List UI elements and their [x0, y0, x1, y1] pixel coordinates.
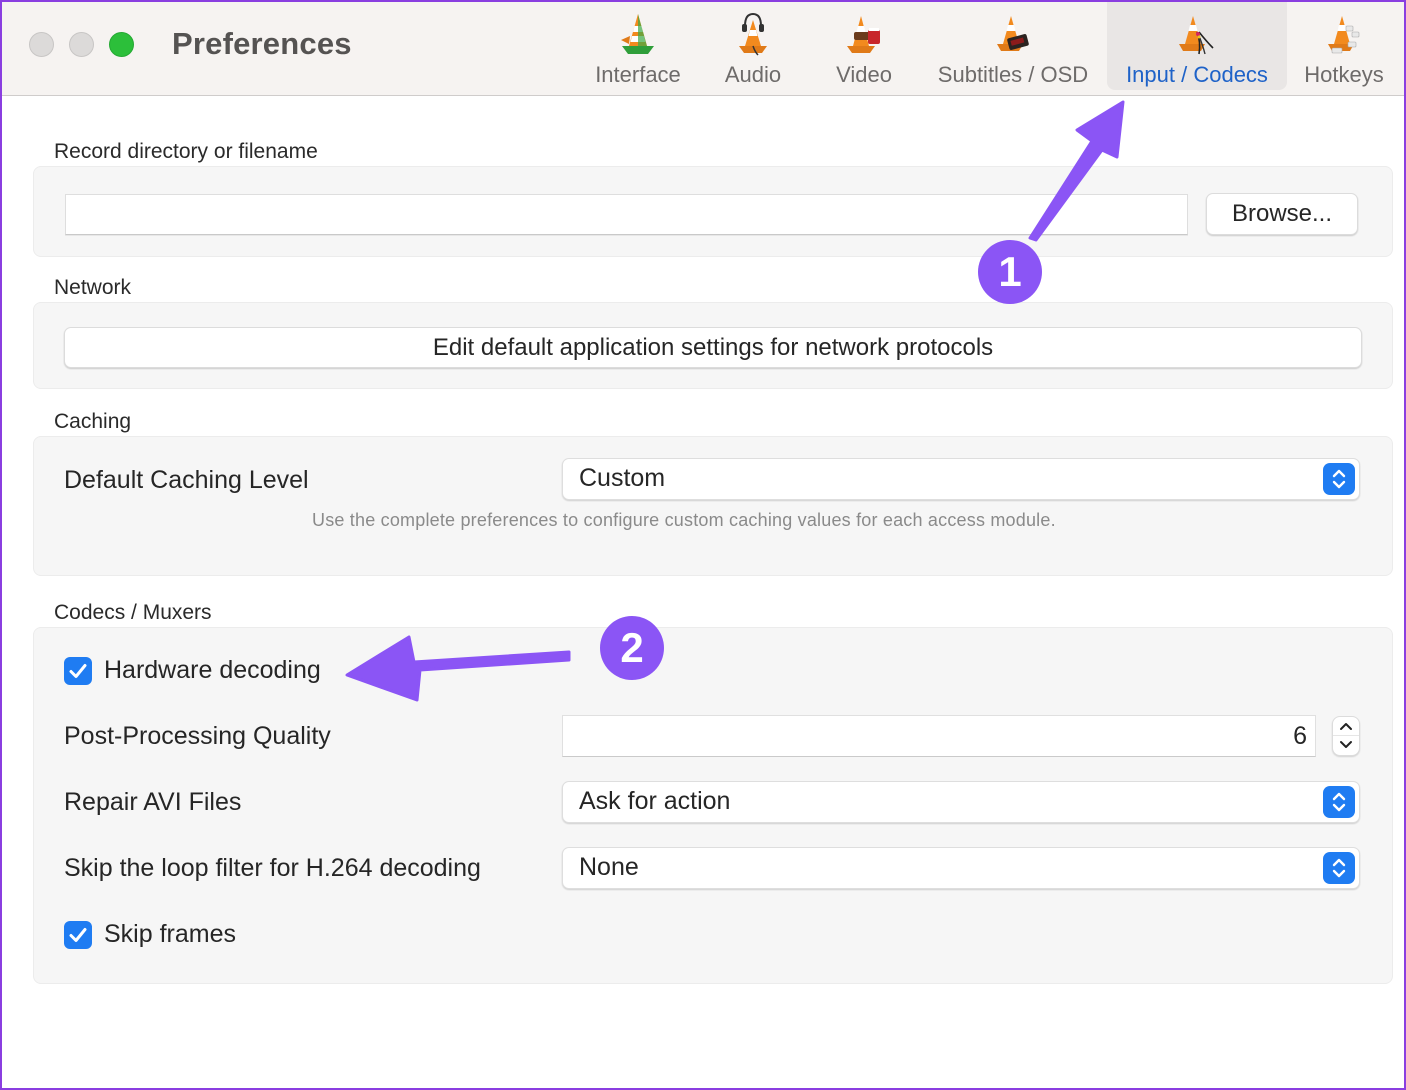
vlc-cone-headphones-icon: [739, 12, 767, 56]
tab-hotkeys[interactable]: Hotkeys: [1298, 2, 1390, 90]
network-panel: Edit default application settings for ne…: [33, 302, 1393, 389]
stepper-up-icon[interactable]: [1333, 717, 1359, 736]
caching-level-select[interactable]: Custom: [562, 458, 1360, 500]
tab-video-label: Video: [836, 62, 892, 87]
window-title: Preferences: [172, 26, 352, 61]
vlc-cone-keyboard-icon: [1328, 16, 1360, 54]
preferences-window: Preferences Interface Audio Video Subtit…: [0, 0, 1406, 1090]
record-path-input[interactable]: [65, 194, 1188, 235]
title-bar: Preferences Interface Audio Video Subtit…: [2, 2, 1404, 96]
caching-hint: Use the complete preferences to configur…: [312, 510, 1056, 530]
section-label-record: Record directory or filename: [54, 140, 318, 163]
skip-frames-label[interactable]: Skip frames: [104, 920, 236, 949]
browse-button[interactable]: Browse...: [1206, 193, 1358, 235]
record-panel: Browse...: [33, 166, 1393, 257]
section-label-caching: Caching: [54, 410, 132, 433]
repair-avi-select[interactable]: Ask for action: [562, 781, 1360, 823]
tab-subtitles-osd-label: Subtitles / OSD: [937, 62, 1089, 87]
section-label-network: Network: [54, 276, 132, 299]
caching-level-label: Default Caching Level: [64, 466, 309, 494]
hardware-decoding-checkbox[interactable]: [64, 657, 92, 685]
tab-video[interactable]: Video: [824, 2, 904, 90]
hardware-decoding-label[interactable]: Hardware decoding: [104, 656, 321, 685]
edit-network-protocols-button[interactable]: Edit default application settings for ne…: [64, 327, 1362, 368]
tab-hotkeys-label: Hotkeys: [1304, 62, 1384, 87]
tab-interface[interactable]: Interface: [582, 2, 694, 90]
select-arrows-icon: [1323, 786, 1355, 818]
tab-audio[interactable]: Audio: [712, 2, 794, 90]
step-badge-2: 2: [600, 616, 664, 680]
step-badge-1: 1: [978, 240, 1042, 304]
vlc-cone-clock-icon: [997, 16, 1029, 51]
minimize-window-button[interactable]: [69, 32, 94, 57]
caching-level-value: Custom: [579, 464, 666, 492]
skip-frames-checkbox[interactable]: [64, 921, 92, 949]
stepper-down-icon[interactable]: [1333, 736, 1359, 755]
post-processing-value: 6: [1293, 722, 1307, 750]
caching-panel: [33, 436, 1393, 576]
section-label-codecs: Codecs / Muxers: [54, 601, 212, 624]
vlc-cone-film-icon: [847, 16, 880, 53]
skip-loop-filter-select[interactable]: None: [562, 847, 1360, 889]
repair-avi-value: Ask for action: [579, 787, 731, 815]
tab-subtitles-osd[interactable]: Subtitles / OSD: [928, 2, 1098, 90]
post-processing-stepper[interactable]: [1332, 716, 1360, 756]
tab-input-codecs[interactable]: Input / Codecs: [1107, 2, 1287, 90]
select-arrows-icon: [1323, 852, 1355, 884]
post-processing-label: Post-Processing Quality: [64, 722, 331, 750]
select-arrows-icon: [1323, 463, 1355, 495]
close-window-button[interactable]: [29, 32, 54, 57]
tab-input-codecs-label: Input / Codecs: [1126, 62, 1268, 87]
zoom-window-button[interactable]: [109, 32, 134, 57]
tab-interface-label: Interface: [595, 62, 681, 87]
tab-audio-label: Audio: [724, 62, 782, 87]
vlc-cone-cables-icon: [1179, 16, 1214, 55]
post-processing-input[interactable]: 6: [562, 715, 1316, 757]
skip-loop-filter-value: None: [579, 853, 639, 881]
skip-loop-filter-label: Skip the loop filter for H.264 decoding: [64, 854, 481, 882]
repair-avi-label: Repair AVI Files: [64, 788, 242, 816]
vlc-cone-interface-icon: [621, 14, 654, 54]
